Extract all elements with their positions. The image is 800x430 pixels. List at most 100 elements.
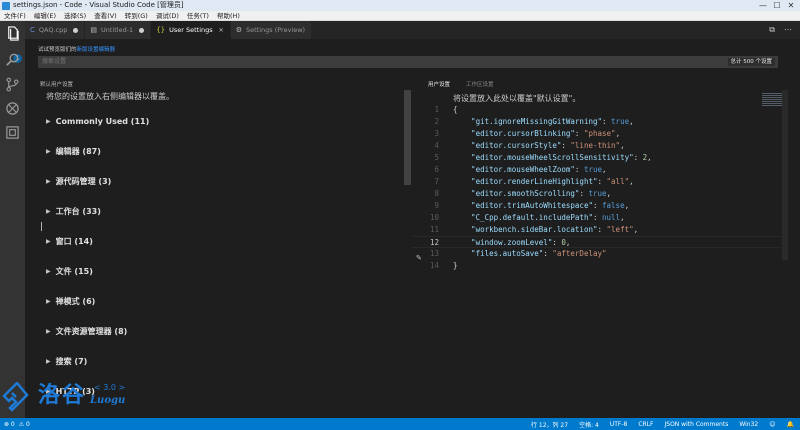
chevron-right-icon: ▶ <box>46 327 51 335</box>
code-line[interactable]: 4 "editor.cursorStyle": "line-thin", <box>412 140 782 152</box>
git-branch-icon[interactable] <box>5 77 20 92</box>
settings-group-label: Commonly Used (11) <box>55 116 150 126</box>
menu-item[interactable]: 调试(D) <box>152 11 183 21</box>
warnings-indicator[interactable]: ⚠ 0 <box>19 421 30 428</box>
code-token: , <box>629 177 634 186</box>
code-line[interactable]: 2 "git.ignoreMissingGitWarning": true, <box>412 116 782 128</box>
tab-workspace-scope[interactable]: 工作区设置 <box>466 80 494 88</box>
status-item[interactable]: 空格: 4 <box>579 420 599 429</box>
code-line[interactable]: 12 "window.zoomLevel": 0, <box>412 236 782 248</box>
code-token: : <box>592 213 603 222</box>
maximize-button[interactable]: ☐ <box>770 0 784 11</box>
close-tab-icon[interactable]: ✕ <box>219 27 224 34</box>
minimize-button[interactable]: — <box>756 0 770 11</box>
code-text: "editor.cursorStyle": "line-thin", <box>453 140 625 152</box>
code-token: "C_Cpp.default.includePath" <box>453 213 593 222</box>
settings-group[interactable]: ▶ 文件资源管理器 (8) <box>46 325 127 337</box>
code-token: false <box>602 201 625 210</box>
bug-icon[interactable] <box>5 101 20 116</box>
settings-group[interactable]: ▶ 窗口 (14) <box>46 235 93 247</box>
search-input[interactable] <box>42 57 642 67</box>
tab-label: User Settings <box>169 26 213 34</box>
close-button[interactable]: ✕ <box>784 0 798 11</box>
status-item[interactable]: JSON with Comments <box>664 421 728 428</box>
status-item[interactable]: UTF-8 <box>610 421 628 428</box>
code-text: "C_Cpp.default.includePath": null, <box>453 212 625 224</box>
code-token: , <box>602 165 607 174</box>
split-editor-icon[interactable]: ⧉ <box>769 25 775 35</box>
settings-group[interactable]: ▶ 禅模式 (6) <box>46 295 95 307</box>
open-new-settings-link[interactable]: 新版设置编辑器 <box>77 47 116 53</box>
title-bar: settings.json - Code - Visual Studio Cod… <box>0 0 800 11</box>
search-icon[interactable] <box>5 52 20 67</box>
extensions-icon[interactable] <box>5 125 20 140</box>
tab-user-scope[interactable]: 用户设置 <box>428 80 450 88</box>
menu-item[interactable]: 任务(T) <box>183 11 213 21</box>
left-scrollbar[interactable] <box>404 90 411 185</box>
editor-scrollbar[interactable] <box>782 90 788 260</box>
code-line[interactable]: 9 "editor.trimAutoWhitespace": false, <box>412 200 782 212</box>
status-item[interactable]: 🔔 <box>787 421 794 428</box>
luogu-logo-icon <box>2 381 32 412</box>
code-line[interactable]: 3 "editor.cursorBlinking": "phase", <box>412 128 782 140</box>
code-line[interactable]: 6 "editor.mouseWheelZoom": true, <box>412 164 782 176</box>
code-token: "editor.trimAutoWhitespace" <box>453 201 593 210</box>
files-icon[interactable] <box>5 26 20 41</box>
menu-item[interactable]: 查看(V) <box>90 11 121 21</box>
code-line[interactable]: 13 "files.autoSave": "afterDelay" <box>412 248 782 260</box>
code-line[interactable]: 8 "editor.smoothScrolling": true, <box>412 188 782 200</box>
settings-group[interactable]: ▶ 搜索 (7) <box>46 355 87 367</box>
menu-item[interactable]: 选择(S) <box>60 11 90 21</box>
status-item[interactable]: ☺ <box>769 421 775 428</box>
code-line[interactable]: 11 "workbench.sideBar.location": "left", <box>412 224 782 236</box>
luogu-version: < 3.0 > <box>94 383 126 392</box>
tab-untitled-1[interactable]: ▤ Untitled-1 <box>85 21 152 39</box>
settings-group[interactable]: ▶ Commonly Used (11) <box>46 115 149 127</box>
code-line[interactable]: 5 "editor.mouseWheelScrollSensitivity": … <box>412 152 782 164</box>
edit-pencil-icon[interactable]: ✎ <box>416 254 422 262</box>
code-line[interactable]: 7 "editor.renderLineHighlight": "all", <box>412 176 782 188</box>
editor-actions: ⧉ ⋯ <box>769 25 792 35</box>
tab-label: QAQ.cpp <box>38 26 68 34</box>
menu-item[interactable]: 编辑(E) <box>30 11 60 21</box>
status-item[interactable]: CRLF <box>638 421 653 428</box>
status-right-items: 行 12，列 27 空格: 4 UTF-8 CRLF JSON with Comment… <box>531 418 794 430</box>
settings-group[interactable]: ▶ 文件 (15) <box>46 265 93 277</box>
settings-group[interactable]: ▶ 工作台 (33) <box>46 205 101 217</box>
unsaved-dot-icon[interactable] <box>139 27 145 33</box>
menu-item[interactable]: 文件(F) <box>0 11 30 21</box>
user-settings-description: 将设置放入此处以覆盖"默认设置"。 <box>453 94 581 103</box>
code-line[interactable]: 1{ <box>412 104 782 116</box>
tab-settings-preview[interactable]: ⚙ Settings (Preview) <box>230 21 313 39</box>
chevron-right-icon: ▶ <box>46 147 51 155</box>
code-token: true <box>611 117 630 126</box>
more-actions-icon[interactable]: ⋯ <box>784 25 792 35</box>
settings-group-label: 搜索 (7) <box>55 356 88 366</box>
code-token: "all" <box>606 177 630 186</box>
unsaved-dot-icon[interactable] <box>73 27 79 33</box>
settings-group-label: 文件 (15) <box>55 266 93 276</box>
code-token: : <box>602 117 612 126</box>
code-token: , <box>606 189 612 198</box>
code-text: "editor.cursorBlinking": "phase", <box>453 128 620 140</box>
code-token: : <box>597 177 607 186</box>
window-controls: — ☐ ✕ <box>756 0 798 11</box>
code-token: , <box>620 141 625 150</box>
settings-group[interactable]: ▶ 源代码管理 (3) <box>46 175 111 187</box>
menu-item[interactable]: 转到(G) <box>121 11 152 21</box>
errors-indicator[interactable]: ⊗ 0 <box>4 421 15 428</box>
code-line[interactable]: 10 "C_Cpp.default.includePath": null, <box>412 212 782 224</box>
code-text: { <box>453 104 458 116</box>
chevron-right-icon: ▶ <box>46 117 51 125</box>
status-item[interactable]: 行 12，列 27 <box>531 420 568 429</box>
vscode-app-icon <box>2 1 10 10</box>
settings-group[interactable]: ▶ 编辑器 (87) <box>46 145 101 157</box>
code-line[interactable]: 14} <box>412 260 782 272</box>
status-item[interactable]: Win32 <box>739 421 758 428</box>
chevron-right-icon: ▶ <box>46 207 51 215</box>
code-token: , <box>624 201 630 210</box>
tab-qaq-cpp[interactable]: C QAQ.cpp <box>25 21 86 39</box>
default-settings-description: 将您的设置放入右侧编辑器以覆盖。 <box>46 92 174 101</box>
menu-item[interactable]: 帮助(H) <box>213 11 244 21</box>
tab-user-settings[interactable]: {} User Settings ✕ <box>151 21 231 39</box>
